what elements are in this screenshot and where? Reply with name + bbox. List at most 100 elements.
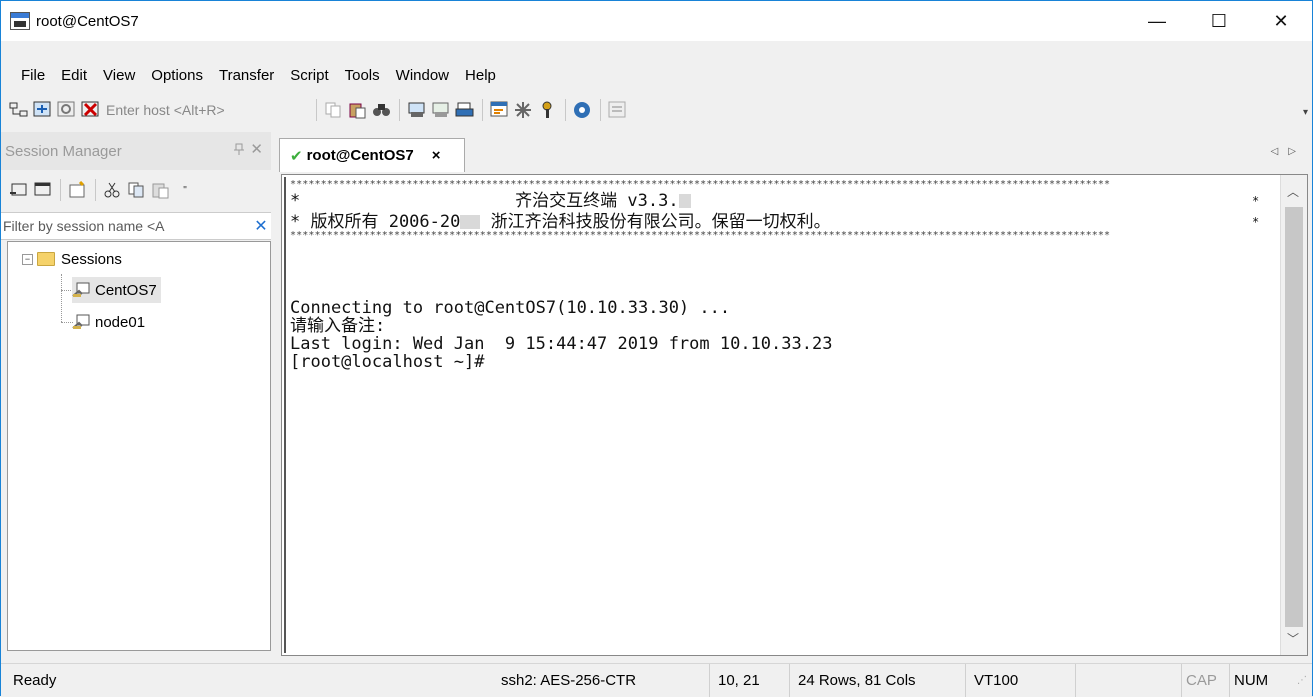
toolbar-separator [316, 99, 317, 121]
maximize-button[interactable]: ☐ [1188, 1, 1250, 41]
session-icon [72, 282, 90, 298]
menu-transfer[interactable]: Transfer [211, 61, 282, 91]
menu-script[interactable]: Script [282, 61, 336, 91]
banner-right-star: * [1252, 215, 1260, 229]
banner-line-1-text: * 齐治交互终端 v3.3. [290, 191, 679, 211]
scroll-up-icon[interactable]: ︿ [1287, 183, 1299, 200]
session-manager-header: Session Manager ✕ [1, 132, 271, 170]
banner-stars: ****************************************… [290, 179, 1111, 190]
connect-icon[interactable] [9, 180, 29, 200]
status-caps-lock: CAP [1181, 664, 1229, 697]
global-options-icon[interactable] [514, 100, 534, 120]
tree-root-label: Sessions [61, 250, 122, 268]
toolbar-separator [399, 99, 400, 121]
print-selection-icon[interactable] [431, 100, 451, 120]
connect-session-manager-icon[interactable] [9, 100, 29, 120]
status-ready: Ready [13, 672, 57, 689]
tab-root-centos7[interactable]: ✔ root@CentOS7 × [279, 138, 465, 172]
resize-grip-icon[interactable]: ⋰ [1289, 664, 1311, 697]
scroll-down-icon[interactable]: ﹀ [1287, 630, 1299, 647]
main-toolbar: ▾ [1, 93, 1312, 127]
close-button[interactable]: ✕ [1250, 1, 1312, 41]
tree-root-sessions[interactable]: − Sessions [22, 246, 122, 272]
status-num-lock: NUM [1229, 664, 1289, 697]
menu-bar: File Edit View Options Transfer Script T… [1, 61, 504, 91]
minimize-button[interactable]: — [1126, 1, 1188, 41]
toolbar-separator [600, 99, 601, 121]
window-controls: — ☐ ✕ [1126, 1, 1312, 41]
tree-item-label: CentOS7 [95, 281, 157, 299]
tab-label: root@CentOS7 [306, 147, 414, 164]
redacted-block [460, 215, 481, 229]
terminal-line: 请输入备注: [290, 316, 386, 336]
redacted-block [678, 194, 691, 208]
window-title: root@CentOS7 [36, 12, 139, 30]
menu-file[interactable]: File [13, 61, 53, 91]
session-filter-box: ✕ [1, 212, 271, 240]
help-icon[interactable] [573, 100, 593, 120]
keymap-icon[interactable] [538, 100, 558, 120]
status-terminal-size: 24 Rows, 81 Cols [789, 664, 965, 697]
toolbar-overflow-icon[interactable]: ▾ [1303, 107, 1308, 118]
menu-tools[interactable]: Tools [337, 61, 388, 91]
disconnect-icon[interactable] [81, 100, 101, 120]
new-session-icon[interactable] [68, 180, 88, 200]
banner-line-2b-text: 浙江齐治科技股份有限公司。保留一切权利。 [480, 212, 831, 232]
terminal-prompt: [root@localhost ~]# [290, 352, 485, 372]
tree-connector [61, 274, 62, 322]
disabled-tool-icon [608, 100, 628, 120]
status-empty [1075, 664, 1181, 697]
menu-view[interactable]: View [95, 61, 143, 91]
session-manager-title: Session Manager [5, 142, 122, 160]
pin-icon[interactable] [233, 143, 245, 158]
app-terminal-icon [10, 12, 30, 30]
terminal-line: Connecting to root@CentOS7(10.10.33.30) … [290, 298, 731, 318]
tab-scroll-arrows-icon[interactable]: ◁▷ [1271, 146, 1306, 157]
menu-help[interactable]: Help [457, 61, 504, 91]
paste-icon[interactable] [348, 100, 368, 120]
terminal-scrollbar[interactable]: ︿ ﹀ [1280, 175, 1307, 655]
menu-window[interactable]: Window [388, 61, 457, 91]
banner-right-star: * [1252, 194, 1260, 208]
terminal-area[interactable]: ****************************************… [281, 174, 1308, 656]
session-filter-input[interactable] [1, 218, 251, 234]
find-icon[interactable] [372, 100, 392, 120]
collapse-icon[interactable]: − [22, 253, 33, 265]
scrollbar-thumb[interactable] [1285, 207, 1303, 627]
banner-stars-bottom: ****************************************… [290, 230, 1111, 241]
terminal-screen[interactable]: ****************************************… [284, 177, 1279, 653]
session-icon [72, 314, 90, 330]
panel-close-icon[interactable]: ✕ [250, 140, 263, 158]
clear-filter-icon[interactable]: ✕ [251, 216, 271, 236]
toolbar-separator [482, 99, 483, 121]
connect-in-tab-icon[interactable] [33, 180, 53, 200]
folder-icon [37, 252, 55, 266]
status-cipher: ssh2: AES-256-CTR [501, 672, 637, 689]
tree-item-centos7[interactable]: CentOS7 [72, 277, 161, 303]
tab-bar: ✔ root@CentOS7 × ◁▷ [275, 132, 1312, 172]
cut-icon[interactable] [103, 180, 123, 200]
quick-connect-icon[interactable] [33, 100, 53, 120]
session-options-icon[interactable] [490, 100, 510, 120]
panel-paste-icon[interactable] [151, 180, 171, 200]
tree-item-node01[interactable]: node01 [72, 309, 145, 335]
tab-close-icon[interactable]: × [432, 147, 441, 164]
status-bar: Ready ssh2: AES-256-CTR 10, 21 24 Rows, … [1, 663, 1312, 697]
print-icon[interactable] [455, 100, 475, 120]
panel-copy-icon[interactable] [127, 180, 147, 200]
reconnect-icon[interactable] [57, 100, 77, 120]
title-bar: root@CentOS7 — ☐ ✕ [1, 1, 1312, 41]
panel-overflow-icon[interactable]: " [175, 180, 195, 200]
menu-options[interactable]: Options [143, 61, 211, 91]
status-cursor-position: 10, 21 [709, 664, 789, 697]
banner-line-2: * 版权所有 2006-20 浙江齐治科技股份有限公司。保留一切权利。 [290, 213, 831, 231]
terminal-line: Last login: Wed Jan 9 15:44:47 2019 from… [290, 334, 833, 354]
menu-edit[interactable]: Edit [53, 61, 95, 91]
banner-line-1: * 齐治交互终端 v3.3. [290, 192, 691, 210]
enter-host-input[interactable] [103, 99, 311, 121]
status-emulation: VT100 [965, 664, 1075, 697]
copy-icon[interactable] [324, 100, 344, 120]
panel-toolbar-separator [60, 179, 61, 201]
print-screen-icon[interactable] [407, 100, 427, 120]
connected-check-icon: ✔ [290, 147, 303, 165]
